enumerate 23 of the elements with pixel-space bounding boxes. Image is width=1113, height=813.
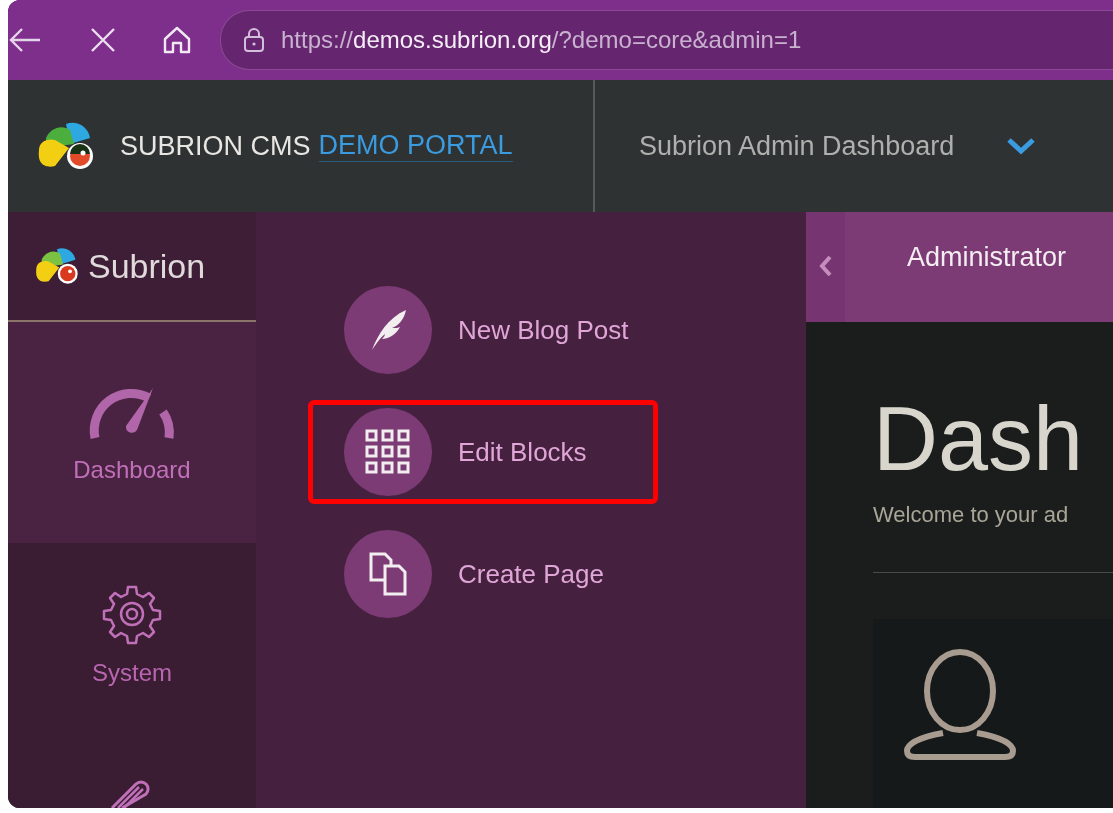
chevron-left-icon bbox=[818, 254, 833, 278]
address-bar[interactable]: https://demos.subrion.org/?demo=core&admin=1 bbox=[220, 10, 1113, 70]
site-title: SUBRION CMS bbox=[120, 130, 311, 162]
submenu-item[interactable]: Edit Blocks bbox=[308, 400, 658, 504]
page-subtitle: Welcome to your ad bbox=[873, 502, 1070, 528]
nav-item[interactable]: Dashboard bbox=[8, 322, 256, 543]
submenu-item[interactable]: New Blog Post bbox=[308, 278, 658, 382]
logo-text: Subrion bbox=[88, 246, 206, 286]
user-icon bbox=[903, 649, 1017, 763]
logo-icon bbox=[36, 120, 96, 172]
demo-portal-link[interactable]: DEMO PORTAL bbox=[318, 130, 513, 162]
lock-icon bbox=[243, 27, 265, 53]
chevron-down-icon[interactable] bbox=[1006, 136, 1037, 156]
page-title: Dash bbox=[873, 394, 1085, 484]
site-menu-label[interactable]: Subrion Admin Dashboard bbox=[639, 130, 955, 162]
copy-icon bbox=[368, 551, 408, 597]
gear-icon bbox=[101, 583, 163, 645]
back-icon[interactable] bbox=[8, 27, 42, 53]
home-icon[interactable] bbox=[162, 25, 192, 55]
url-text: https://demos.subrion.org/?demo=core&admin=1 bbox=[281, 26, 802, 54]
grid-icon bbox=[365, 429, 411, 475]
close-icon[interactable] bbox=[90, 27, 116, 53]
submenu-item[interactable]: Create Page bbox=[308, 522, 658, 626]
